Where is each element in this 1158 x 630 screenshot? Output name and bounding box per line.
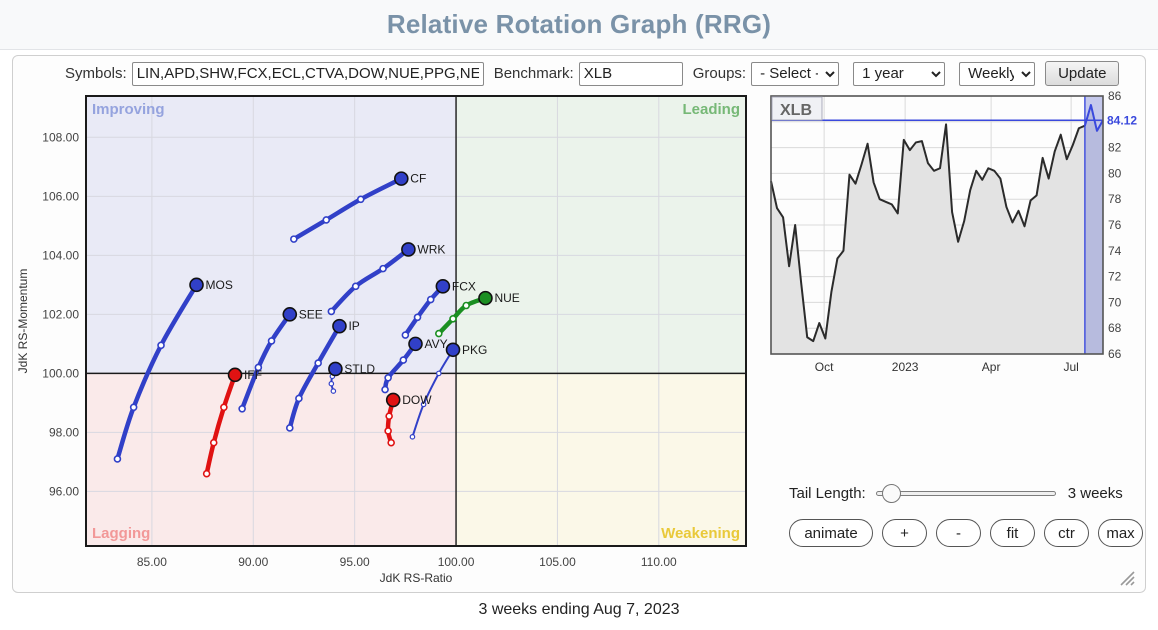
svg-text:AVY: AVY (424, 337, 447, 351)
zoom-in-button[interactable]: + (882, 519, 927, 547)
svg-text:NUE: NUE (494, 291, 519, 305)
zoom-out-button[interactable]: - (936, 519, 981, 547)
svg-text:XLB: XLB (780, 102, 812, 119)
svg-text:106.00: 106.00 (42, 189, 79, 203)
svg-text:IFF: IFF (244, 368, 262, 382)
svg-text:90.00: 90.00 (238, 555, 268, 569)
toolbar: Symbols: Benchmark: Groups: - Select - 1… (13, 61, 1145, 86)
svg-text:85.00: 85.00 (137, 555, 167, 569)
svg-text:100.00: 100.00 (438, 555, 475, 569)
symbols-label: Symbols: (65, 65, 127, 82)
svg-text:86: 86 (1108, 89, 1122, 103)
svg-text:PKG: PKG (462, 343, 487, 357)
svg-text:WRK: WRK (417, 242, 445, 256)
rrg-chart[interactable]: Improving Leading Lagging Weakening 85.00 90.… (13, 86, 773, 592)
slider-track[interactable] (876, 491, 1056, 496)
benchmark-label: Benchmark: (494, 65, 574, 82)
svg-text:Leading: Leading (682, 101, 740, 118)
svg-text:74: 74 (1108, 244, 1122, 258)
svg-text:100.00: 100.00 (42, 366, 79, 380)
svg-text:82: 82 (1108, 141, 1122, 155)
svg-text:SEE: SEE (299, 307, 323, 321)
svg-text:78: 78 (1108, 192, 1122, 206)
svg-text:108.00: 108.00 (42, 130, 79, 144)
svg-text:96.00: 96.00 (49, 484, 79, 498)
svg-text:Oct: Oct (815, 360, 834, 374)
animate-button[interactable]: animate (789, 519, 873, 547)
period-caption: 3 weeks ending Aug 7, 2023 (0, 601, 1158, 619)
tail-length-control: Tail Length: 3 weeks (789, 480, 1145, 506)
svg-text:104.00: 104.00 (42, 248, 79, 262)
svg-text:76: 76 (1108, 218, 1122, 232)
svg-text:102.00: 102.00 (42, 307, 79, 321)
center-button[interactable]: ctr (1044, 519, 1089, 547)
svg-text:68: 68 (1108, 321, 1122, 335)
svg-text:Apr: Apr (982, 360, 1001, 374)
svg-text:2023: 2023 (892, 360, 919, 374)
svg-text:IP: IP (348, 319, 359, 333)
svg-text:70: 70 (1108, 295, 1122, 309)
svg-text:JdK RS-Ratio: JdK RS-Ratio (380, 571, 453, 585)
tail-length-value: 3 weeks (1068, 485, 1123, 502)
period-select[interactable]: 1 year (853, 62, 945, 86)
rrg-panel: Symbols: Benchmark: Groups: - Select - 1… (12, 55, 1146, 593)
max-button[interactable]: max (1098, 519, 1143, 547)
tail-length-label: Tail Length: (789, 485, 866, 502)
svg-text:80: 80 (1108, 166, 1122, 180)
update-button[interactable]: Update (1045, 61, 1119, 86)
svg-text:110.00: 110.00 (641, 555, 677, 569)
svg-text:Weakening: Weakening (661, 525, 740, 542)
groups-label: Groups: (693, 65, 746, 82)
tail-length-slider[interactable] (876, 483, 1056, 503)
svg-text:95.00: 95.00 (340, 555, 370, 569)
svg-text:66: 66 (1108, 347, 1122, 361)
svg-text:MOS: MOS (206, 278, 233, 292)
svg-text:FCX: FCX (452, 279, 476, 293)
svg-text:98.00: 98.00 (49, 425, 79, 439)
svg-text:Improving: Improving (92, 101, 165, 118)
svg-text:Jul: Jul (1063, 360, 1078, 374)
svg-text:Lagging: Lagging (92, 525, 150, 542)
fit-button[interactable]: fit (990, 519, 1035, 547)
svg-text:STLD: STLD (344, 362, 375, 376)
frequency-select[interactable]: Weekly (959, 62, 1035, 86)
groups-select[interactable]: - Select - (751, 62, 839, 86)
chart-buttons: animate + - fit ctr max (789, 519, 1143, 547)
svg-text:84.12: 84.12 (1107, 113, 1137, 127)
benchmark-price-chart: XLB 86 82 80 78 76 74 72 70 68 66 84.12 Oct 2023 Apr Ju… (756, 89, 1158, 381)
symbols-input[interactable] (132, 62, 484, 86)
resize-handle-icon[interactable] (1117, 568, 1135, 586)
page-header: Relative Rotation Graph (RRG) (0, 0, 1158, 50)
benchmark-input[interactable] (579, 62, 683, 86)
slider-thumb[interactable] (882, 484, 901, 503)
svg-text:105.00: 105.00 (539, 555, 576, 569)
svg-text:CF: CF (410, 172, 426, 186)
page-title: Relative Rotation Graph (RRG) (387, 9, 771, 40)
svg-text:72: 72 (1108, 270, 1122, 284)
svg-text:JdK RS-Momentum: JdK RS-Momentum (16, 269, 30, 374)
svg-text:DOW: DOW (402, 393, 432, 407)
